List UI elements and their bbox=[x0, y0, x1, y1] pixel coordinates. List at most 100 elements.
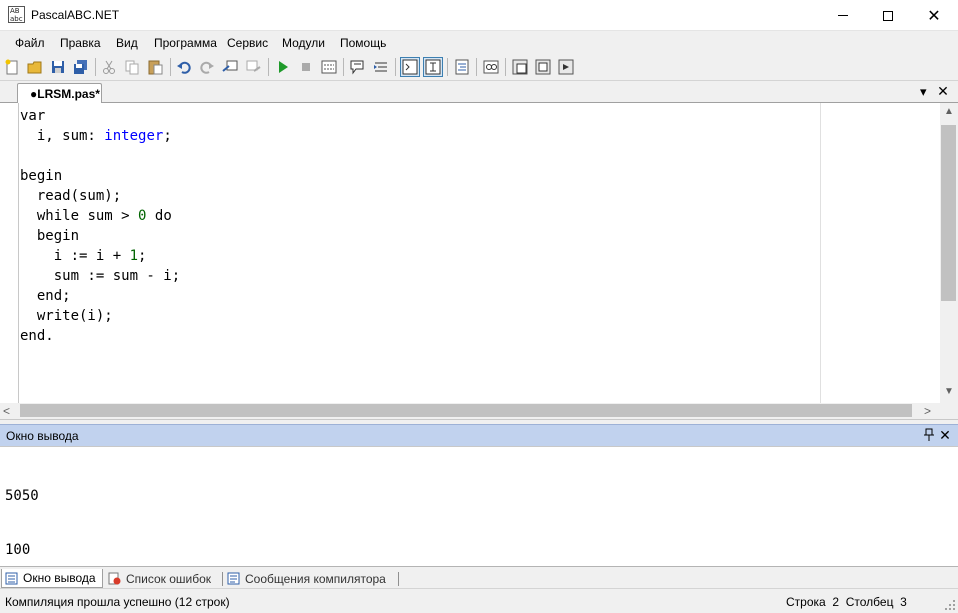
copy-icon[interactable] bbox=[123, 58, 141, 76]
new-file-icon[interactable] bbox=[3, 58, 21, 76]
tab-list-button[interactable]: ▾ bbox=[920, 84, 934, 100]
scroll-down-icon[interactable]: ▼ bbox=[940, 386, 958, 400]
window-close-button[interactable]: ✕ bbox=[911, 0, 957, 31]
code-token: sum := sum - i; bbox=[20, 268, 181, 284]
code-editor[interactable]: var i, sum: integer; begin read(sum); whi… bbox=[0, 103, 958, 420]
open-folder-icon[interactable] bbox=[26, 58, 44, 76]
code-number: 1 bbox=[129, 248, 139, 264]
code-line: while sum > 0 do bbox=[20, 206, 180, 226]
chevron-down-icon: ▾ bbox=[920, 84, 927, 99]
code-line: end; bbox=[20, 286, 180, 306]
output-line: 100 bbox=[5, 542, 31, 558]
output-panel-title: Окно вывода bbox=[6, 429, 79, 443]
horizontal-scrollbar[interactable]: < > bbox=[0, 403, 940, 419]
column-label: Столбец bbox=[845, 595, 894, 609]
tab-output-window[interactable]: Окно вывода bbox=[1, 569, 103, 588]
error-list-icon bbox=[108, 572, 121, 585]
menu-modules[interactable]: Модули bbox=[282, 36, 325, 50]
close-icon: ✕ bbox=[927, 7, 941, 25]
vertical-scroll-thumb[interactable] bbox=[941, 125, 956, 301]
format-icon[interactable] bbox=[453, 58, 471, 76]
save-icon[interactable] bbox=[49, 58, 67, 76]
row-label: Строка bbox=[786, 595, 826, 609]
minimize-icon bbox=[838, 15, 848, 16]
forms-icon[interactable] bbox=[534, 58, 552, 76]
code-token: write(i); bbox=[20, 308, 113, 324]
window-title: PascalABC.NET bbox=[31, 8, 120, 22]
tab-error-list[interactable]: Список ошибок bbox=[108, 569, 211, 588]
toolbar-separator bbox=[343, 58, 344, 76]
paste-icon[interactable] bbox=[146, 58, 164, 76]
status-bar: Компиляция прошла успешно (12 строк) Стр… bbox=[0, 588, 958, 613]
debug-icon[interactable] bbox=[511, 58, 529, 76]
toolbar-separator bbox=[505, 58, 506, 76]
menu-file[interactable]: Файл bbox=[15, 36, 45, 50]
debug-window-icon[interactable] bbox=[320, 58, 338, 76]
tab-compiler-messages-label: Сообщения компилятора bbox=[245, 571, 386, 586]
horizontal-scroll-thumb[interactable] bbox=[20, 404, 912, 417]
uncomment-icon[interactable] bbox=[372, 58, 390, 76]
toolbar-separator bbox=[447, 58, 448, 76]
minimize-button[interactable] bbox=[820, 0, 866, 31]
vertical-scrollbar[interactable]: ▲ ▼ bbox=[940, 103, 958, 403]
gutter-divider bbox=[18, 103, 19, 403]
tab-separator bbox=[398, 572, 399, 586]
maximize-button[interactable] bbox=[865, 0, 911, 31]
toolbar-separator bbox=[268, 58, 269, 76]
scroll-up-icon[interactable]: ▲ bbox=[940, 106, 958, 120]
code-keyword: end bbox=[20, 288, 63, 304]
scroll-right-icon[interactable]: > bbox=[924, 404, 938, 418]
comment-icon[interactable] bbox=[349, 58, 367, 76]
code-line: write(i); bbox=[20, 306, 180, 326]
code-line: var bbox=[20, 106, 180, 126]
maximize-icon bbox=[883, 10, 893, 21]
compile-icon[interactable] bbox=[482, 58, 500, 76]
scroll-left-icon[interactable]: < bbox=[3, 404, 17, 418]
cut-icon[interactable] bbox=[100, 58, 118, 76]
text-window-icon[interactable] bbox=[423, 57, 443, 77]
console-window-icon[interactable] bbox=[400, 57, 420, 77]
code-keyword: var bbox=[20, 108, 46, 124]
tab-close-button[interactable]: ✕ bbox=[936, 84, 950, 100]
menu-service[interactable]: Сервис bbox=[227, 36, 268, 50]
menu-help[interactable]: Помощь bbox=[340, 36, 386, 50]
output-text-area[interactable]: 5050 100 bbox=[0, 446, 958, 566]
code-token: ; bbox=[138, 248, 147, 264]
run-icon[interactable] bbox=[274, 58, 292, 76]
save-all-icon[interactable] bbox=[72, 58, 90, 76]
tab-separator bbox=[222, 572, 223, 586]
cursor-position: Строка 2 Столбец 3 bbox=[786, 595, 907, 609]
menu-edit[interactable]: Правка bbox=[60, 36, 101, 50]
pin-icon[interactable] bbox=[922, 428, 936, 443]
code-keyword: while bbox=[20, 208, 80, 224]
code-token: i, sum: bbox=[20, 128, 105, 144]
toolbar-separator bbox=[395, 58, 396, 76]
app-icon-line-1: AB bbox=[10, 7, 20, 15]
tab-lrsm-pas[interactable]: ●LRSM.pas* bbox=[17, 83, 102, 104]
code-line: begin bbox=[20, 166, 180, 186]
row-value: 2 bbox=[832, 595, 840, 609]
close-icon: ✕ bbox=[939, 427, 951, 443]
menu-view[interactable]: Вид bbox=[116, 36, 138, 50]
menu-bar: Файл Правка Вид Программа Сервис Модули … bbox=[0, 31, 958, 54]
replace-icon[interactable] bbox=[244, 58, 262, 76]
tab-compiler-messages[interactable]: Сообщения компилятора bbox=[227, 569, 386, 588]
toolbar bbox=[0, 54, 958, 81]
bottom-tab-bar: Окно вывода Список ошибок Сообщения комп… bbox=[0, 566, 958, 588]
resize-grip-icon[interactable] bbox=[944, 599, 956, 611]
title-bar: AB abc PascalABC.NET ✕ bbox=[0, 0, 958, 31]
code-keyword: do bbox=[146, 208, 172, 224]
output-close-button[interactable]: ✕ bbox=[938, 427, 952, 443]
redo-icon[interactable] bbox=[198, 58, 216, 76]
code-token: sum > bbox=[79, 208, 139, 224]
output-window-icon bbox=[5, 572, 18, 585]
stop-icon[interactable] bbox=[297, 58, 315, 76]
code-line: end. bbox=[20, 326, 180, 346]
menu-program[interactable]: Программа bbox=[154, 36, 217, 50]
run-config-icon[interactable] bbox=[557, 58, 575, 76]
find-icon[interactable] bbox=[221, 58, 239, 76]
code-text[interactable]: var i, sum: integer; begin read(sum); whi… bbox=[20, 106, 180, 346]
undo-icon[interactable] bbox=[175, 58, 193, 76]
code-keyword: begin bbox=[20, 228, 80, 244]
